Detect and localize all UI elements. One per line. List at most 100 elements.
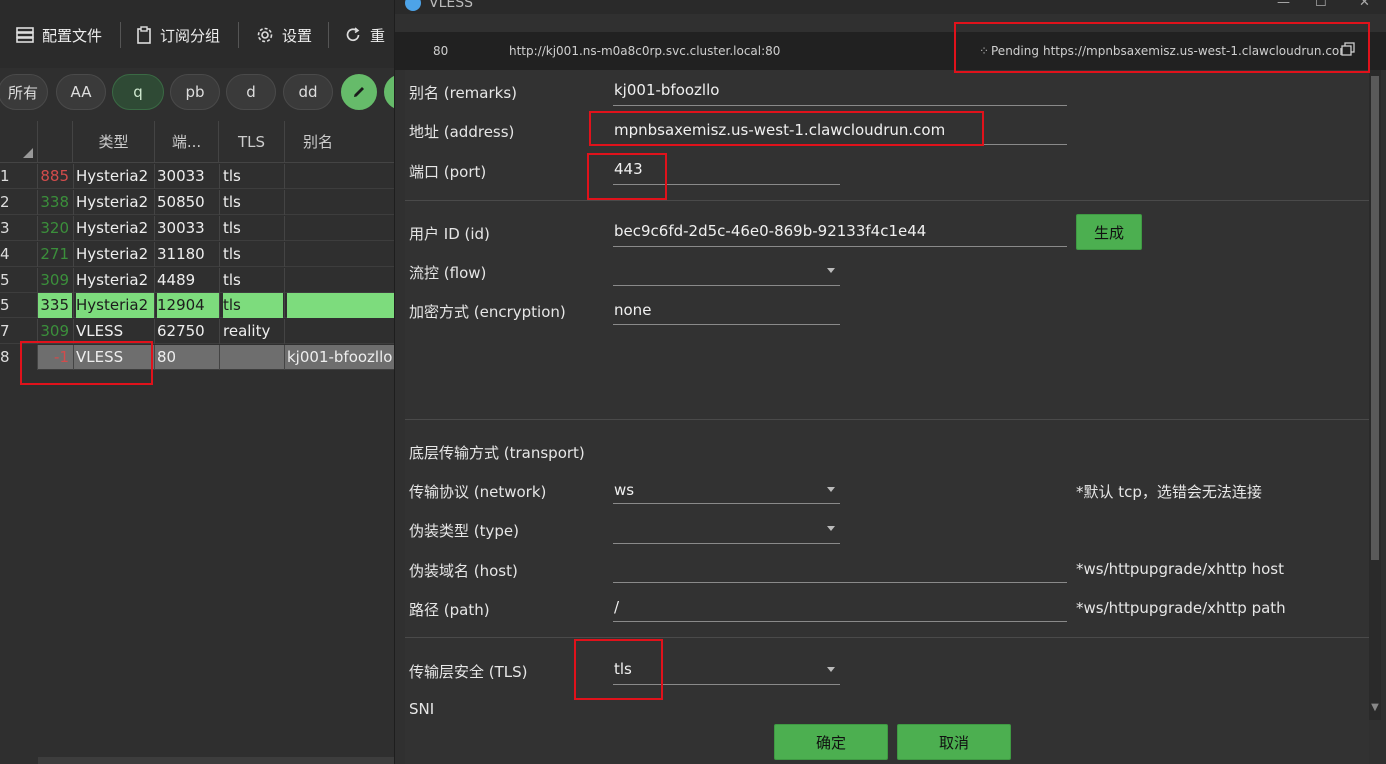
tls-label: 传输层安全 (TLS) xyxy=(409,663,528,681)
chip-d[interactable]: d xyxy=(226,74,276,110)
row-type: Hysteria2 xyxy=(76,219,149,237)
chip-pb[interactable]: pb xyxy=(170,74,220,110)
table-row[interactable]: 4 271 Hysteria2 31180 tls xyxy=(0,242,394,267)
type-label: 伪装类型 (type) xyxy=(409,522,519,540)
edit-group-button[interactable] xyxy=(341,74,377,110)
row-port: 30033 xyxy=(157,219,205,237)
row-type: VLESS xyxy=(76,322,124,340)
port-label: 端口 (port) xyxy=(409,163,487,181)
toolbar-label: 设置 xyxy=(282,26,313,45)
row-latency: 309 xyxy=(40,271,69,289)
minimize-button[interactable]: — xyxy=(1277,0,1290,10)
row-latency: 885 xyxy=(40,167,69,185)
row-port: 80 xyxy=(157,348,177,366)
scrollbar-thumb[interactable] xyxy=(1371,76,1379,560)
chevron-down-icon xyxy=(827,487,835,492)
cancel-button[interactable]: 取消 xyxy=(897,724,1011,760)
table-row[interactable]: 2 338 Hysteria2 50850 tls xyxy=(0,190,394,215)
network-select[interactable]: ws xyxy=(614,481,634,499)
tls-select[interactable]: tls xyxy=(614,660,632,678)
toolbar: 配置文件 订阅分组 设置 重 xyxy=(0,0,394,68)
vertical-scrollbar[interactable]: ▼ xyxy=(1369,70,1381,720)
reload-icon xyxy=(346,27,360,42)
spinner-icon: ⁘ xyxy=(979,44,990,58)
row-port: 62750 xyxy=(157,322,205,340)
column-header-port[interactable]: 端... xyxy=(155,121,219,163)
row-index: 2 xyxy=(0,193,10,211)
column-header-tls[interactable]: TLS xyxy=(219,121,285,163)
toolbar-profiles-button[interactable]: 配置文件 xyxy=(16,22,102,48)
port-input[interactable]: 443 xyxy=(614,160,643,178)
sni-label: SNI xyxy=(409,700,435,718)
row-latency: 338 xyxy=(40,193,69,211)
filter-chips: 所有 AA q pb d dd xyxy=(0,72,394,114)
id-input[interactable]: bec9c6fd-2d5c-46e0-869b-92133f4c1e44 xyxy=(614,222,926,240)
horizontal-scrollbar[interactable] xyxy=(38,757,394,764)
encryption-label: 加密方式 (encryption) xyxy=(409,303,566,321)
service-url-bar: 80 http://kj001.ns-m0a8c0rp.svc.cluster.… xyxy=(395,32,1386,70)
service-public-url[interactable]: https://mpnbsaxemisz.us-west-1.clawcloud… xyxy=(1043,44,1351,58)
generate-id-button[interactable]: 生成 xyxy=(1076,214,1142,250)
chip-q[interactable]: q xyxy=(112,74,164,110)
gear-icon xyxy=(257,27,273,43)
toolbar-reload-button[interactable]: 重 xyxy=(344,22,385,48)
ok-button[interactable]: 确定 xyxy=(774,724,888,760)
row-remarks: kj001-bfoozllo xyxy=(287,348,393,366)
row-tls: tls xyxy=(223,167,241,185)
sort-corner[interactable] xyxy=(0,121,38,163)
transport-section-title: 底层传输方式 (transport) xyxy=(409,444,585,462)
maximize-button[interactable]: ☐ xyxy=(1315,0,1327,10)
row-remarks xyxy=(287,164,394,189)
row-remarks xyxy=(287,268,394,293)
network-hint: *默认 tcp，选错会无法连接 xyxy=(1076,483,1262,501)
row-remarks xyxy=(287,319,394,344)
close-button[interactable]: ✕ xyxy=(1359,0,1370,10)
scroll-down-icon[interactable]: ▼ xyxy=(1369,702,1381,718)
main-window: 配置文件 订阅分组 设置 重 所有 AA q pb d dd 类型 端... T… xyxy=(0,0,394,764)
row-tls xyxy=(223,345,283,370)
row-index: 4 xyxy=(0,245,10,263)
host-hint: *ws/httpupgrade/xhttp host xyxy=(1076,560,1284,578)
remarks-label: 别名 (remarks) xyxy=(409,84,518,102)
table-row[interactable]: 1 885 Hysteria2 30033 tls xyxy=(0,164,394,189)
row-type: VLESS xyxy=(76,348,124,366)
address-label: 地址 (address) xyxy=(409,123,515,141)
row-port: 4489 xyxy=(157,271,196,289)
row-tls: reality xyxy=(223,322,271,340)
sort-triangle-icon xyxy=(23,147,33,158)
address-input[interactable]: mpnbsaxemisz.us-west-1.clawcloudrun.com xyxy=(614,121,945,139)
chevron-down-icon xyxy=(827,526,835,531)
path-input[interactable]: / xyxy=(614,598,619,616)
add-group-button[interactable] xyxy=(384,74,394,110)
copy-icon[interactable] xyxy=(1341,42,1355,59)
chip-all[interactable]: 所有 xyxy=(0,74,48,110)
table-row-active[interactable]: 5 335 Hysteria2 12904 tls xyxy=(0,293,394,318)
row-remarks xyxy=(287,242,394,267)
encryption-input[interactable]: none xyxy=(614,301,651,319)
column-header-latency[interactable] xyxy=(38,121,73,163)
row-tls: tls xyxy=(223,219,241,237)
chip-aa[interactable]: AA xyxy=(56,74,106,110)
row-tls: tls xyxy=(223,245,241,263)
column-header-type[interactable]: 类型 xyxy=(73,121,155,163)
row-type: Hysteria2 xyxy=(76,193,149,211)
toolbar-settings-button[interactable]: 设置 xyxy=(256,22,312,48)
column-header-remarks[interactable]: 别名 xyxy=(285,121,394,163)
toolbar-subscription-button[interactable]: 订阅分组 xyxy=(136,22,220,48)
flow-label: 流控 (flow) xyxy=(409,264,487,282)
id-label: 用户 ID (id) xyxy=(409,225,490,243)
table-row-selected[interactable]: 8 -1 VLESS 80 kj001-bfoozllo xyxy=(0,345,394,370)
row-latency: -1 xyxy=(54,348,69,366)
table-row[interactable]: 3 320 Hysteria2 30033 tls xyxy=(0,216,394,241)
row-port: 31180 xyxy=(157,245,205,263)
toolbar-separator xyxy=(238,22,239,48)
toolbar-separator xyxy=(120,22,121,48)
dialog-title: VLESS xyxy=(429,0,473,11)
remarks-input[interactable]: kj001-bfoozllo xyxy=(614,81,719,99)
row-remarks xyxy=(287,293,394,318)
table-row[interactable]: 5 309 Hysteria2 4489 tls xyxy=(0,268,394,293)
v2rayn-logo-icon xyxy=(405,0,421,11)
chip-dd[interactable]: dd xyxy=(283,74,333,110)
service-internal-url[interactable]: http://kj001.ns-m0a8c0rp.svc.cluster.loc… xyxy=(509,44,780,58)
table-row[interactable]: 7 309 VLESS 62750 reality xyxy=(0,319,394,344)
